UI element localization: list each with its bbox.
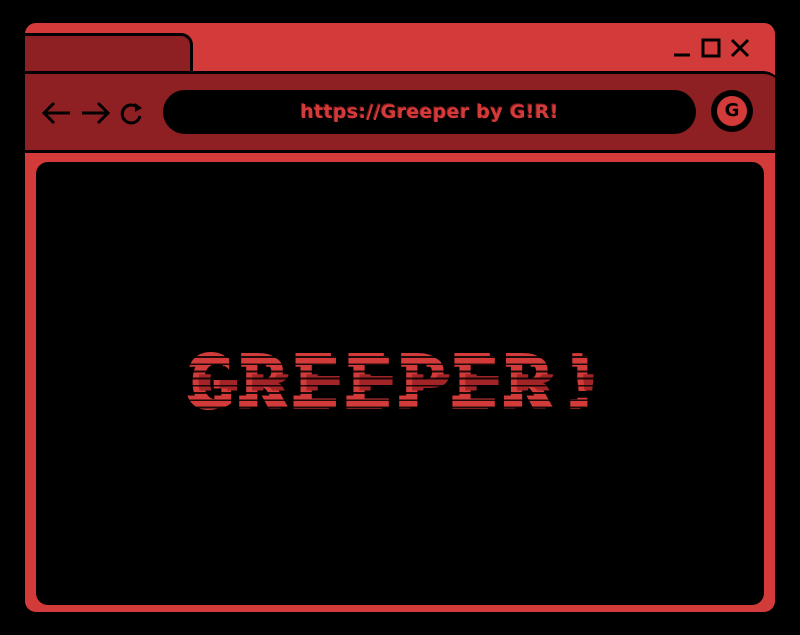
minimize-icon[interactable] [671,37,693,59]
address-bar[interactable]: https://Greeper by G!R! [163,90,696,134]
page-viewport: GREEPER! GREEPER! GREEPER! GREEPER! [36,162,764,605]
profile-button[interactable]: G [711,90,753,132]
window-controls [671,37,751,59]
profile-badge: G [717,96,747,126]
close-icon[interactable] [729,37,751,59]
profile-letter: G [724,100,740,121]
browser-window: https://Greeper by G!R! G GREEPER! GREEP… [22,20,778,615]
refresh-icon[interactable] [118,100,146,128]
address-text: https://Greeper by G!R! [300,101,559,123]
browser-toolbar: https://Greeper by G!R! G [25,71,775,153]
arrow-left-icon[interactable] [40,96,74,130]
arrow-right-icon[interactable] [78,96,112,130]
glitch-title: GREEPER! GREEPER! GREEPER! GREEPER! [178,340,622,424]
maximize-icon[interactable] [700,37,722,59]
